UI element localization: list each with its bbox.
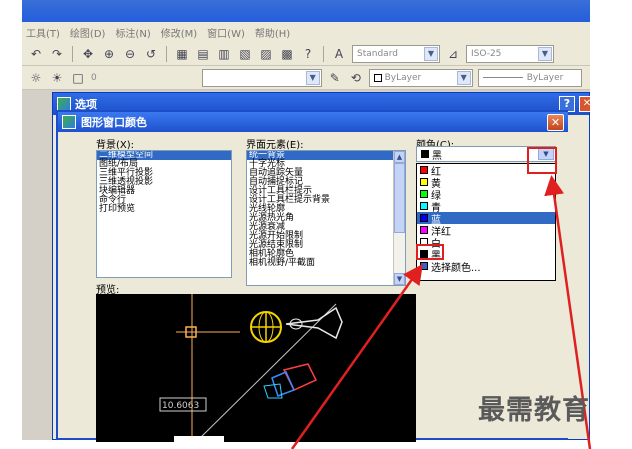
markup-icon[interactable]: ▨ bbox=[258, 46, 274, 62]
color-option-select-color[interactable]: 选择颜色... bbox=[417, 260, 555, 274]
annotation-highlight-white-option bbox=[416, 244, 444, 260]
close-icon[interactable]: ✕ bbox=[547, 114, 564, 131]
zoom-window-icon[interactable]: ⊖ bbox=[122, 46, 138, 62]
layer-state-icon[interactable]: ☼ bbox=[28, 70, 44, 86]
standard-toolbar: ↶ ↷ ✥ ⊕ ⊖ ↺ ▦ ▤ ▥ ▧ ▨ ▩ ? A Standard ▼ ⊿… bbox=[22, 42, 590, 66]
preview-drawing: 10.6063 bbox=[159, 294, 343, 442]
dimension-value: 10.6063 bbox=[162, 401, 199, 411]
tool-palettes-icon[interactable]: ▥ bbox=[216, 46, 232, 62]
menu-help[interactable]: 帮助(H) bbox=[255, 25, 290, 40]
color-value: 黑 bbox=[432, 150, 442, 162]
app-icon bbox=[62, 115, 76, 129]
layer-name: 0 bbox=[91, 72, 97, 83]
layers-toolbar: ☼ ☀ □ 0 ▼ ✎ ⟲ ByLayer ▼ ByLayer bbox=[22, 66, 590, 90]
undo-icon[interactable]: ↶ bbox=[28, 46, 44, 62]
menu-dimension[interactable]: 标注(N) bbox=[115, 25, 150, 40]
color-swatch bbox=[420, 226, 428, 234]
text-style-icon: A bbox=[334, 46, 344, 61]
chevron-down-icon[interactable]: ▼ bbox=[305, 70, 320, 85]
preview-canvas: 10.6063 bbox=[96, 294, 416, 442]
linetype-control-value: ByLayer bbox=[526, 72, 564, 83]
sheet-set-icon[interactable]: ▧ bbox=[237, 46, 253, 62]
element-list-scrollbar[interactable]: ▲ ▼ bbox=[393, 151, 405, 285]
list-item[interactable]: 打印预览 bbox=[97, 205, 231, 214]
menu-tools[interactable]: 工具(T) bbox=[26, 25, 60, 40]
color-swatch bbox=[373, 73, 382, 82]
color-swatch bbox=[420, 190, 428, 198]
list-item[interactable]: 相机视野/平截面 bbox=[247, 259, 405, 268]
spotlight-glyph bbox=[271, 371, 296, 397]
scroll-thumb[interactable] bbox=[394, 163, 405, 233]
color-swatch bbox=[420, 202, 428, 210]
zoom-realtime-icon[interactable]: ⊕ bbox=[101, 46, 117, 62]
app-icon bbox=[57, 97, 71, 111]
layer-combo[interactable]: ▼ bbox=[201, 68, 322, 87]
layer-lock-icon[interactable]: ☀ bbox=[49, 70, 65, 86]
app-titlebar bbox=[22, 0, 590, 22]
color-control-combo[interactable]: ByLayer ▼ bbox=[368, 68, 473, 87]
layer-color-icon: □ bbox=[72, 70, 84, 85]
text-style-value: Standard bbox=[357, 48, 398, 59]
menu-draw[interactable]: 绘图(D) bbox=[70, 25, 106, 40]
dim-style-value: ISO-25 bbox=[471, 48, 502, 59]
chevron-down-icon[interactable]: ▼ bbox=[538, 46, 552, 61]
help-icon[interactable]: ? bbox=[300, 46, 316, 62]
element-label: 界面元素(E): bbox=[246, 140, 304, 151]
zoom-previous-icon[interactable]: ↺ bbox=[143, 46, 159, 62]
camera-glyph bbox=[285, 306, 343, 340]
chevron-down-icon[interactable]: ▼ bbox=[456, 70, 471, 85]
dim-style-combo[interactable]: ISO-25 ▼ bbox=[466, 44, 554, 63]
context-list[interactable]: 二维模型空间 图纸/布局 三维平行投影 三维透视投影 块编辑器 命令行 打印预览 bbox=[96, 150, 232, 278]
dim-style-icon: ⊿ bbox=[447, 46, 459, 61]
close-icon[interactable]: ✕ bbox=[579, 96, 590, 112]
color-swatch bbox=[420, 166, 428, 174]
toolbar-separator bbox=[166, 45, 167, 62]
watermark-text: 最需教育 bbox=[478, 395, 590, 426]
color-dropdown-list[interactable]: 红 黄 绿 青 蓝 洋红 白 黑 选择颜色... bbox=[416, 163, 556, 281]
dialog-title: 图形窗口颜色 bbox=[81, 116, 147, 129]
dialog-titlebar: 图形窗口颜色 bbox=[58, 112, 568, 132]
menu-window[interactable]: 窗口(W) bbox=[207, 25, 245, 40]
toolbar-separator bbox=[72, 45, 73, 62]
color-swatch bbox=[420, 262, 428, 270]
linetype-sample bbox=[482, 77, 523, 78]
linetype-control-combo[interactable]: ByLayer bbox=[477, 68, 582, 87]
redo-icon[interactable]: ↷ bbox=[49, 46, 65, 62]
color-control-value: ByLayer bbox=[384, 72, 422, 83]
menu-modify[interactable]: 修改(M) bbox=[161, 25, 197, 40]
context-label: 背景(X): bbox=[96, 140, 135, 151]
color-option-label: 选择颜色... bbox=[431, 262, 481, 274]
color-swatch bbox=[420, 178, 428, 186]
design-center-icon[interactable]: ▤ bbox=[195, 46, 211, 62]
preview-bottom-shape bbox=[174, 436, 224, 442]
make-current-icon[interactable]: ✎ bbox=[327, 70, 343, 86]
annotation-highlight-dropdown-button bbox=[527, 147, 557, 174]
text-style-combo[interactable]: Standard ▼ bbox=[352, 44, 440, 63]
scroll-down-icon[interactable]: ▼ bbox=[394, 273, 405, 285]
calculator-icon[interactable]: ▩ bbox=[279, 46, 295, 62]
properties-icon[interactable]: ▦ bbox=[174, 46, 190, 62]
color-swatch bbox=[420, 214, 428, 222]
chevron-down-icon[interactable]: ▼ bbox=[424, 46, 438, 61]
color-value-swatch bbox=[421, 150, 429, 158]
element-list[interactable]: 统一背景 十字光标 自动追踪矢量 自动捕捉标记 设计工具栏提示 设计工具栏提示背… bbox=[246, 150, 406, 286]
scroll-up-icon[interactable]: ▲ bbox=[394, 151, 405, 163]
pan-icon[interactable]: ✥ bbox=[80, 46, 96, 62]
toolbar-separator bbox=[323, 45, 324, 62]
layer-previous-icon[interactable]: ⟲ bbox=[348, 70, 364, 86]
menubar: 工具(T) 绘图(D) 标注(N) 修改(M) 窗口(W) 帮助(H) bbox=[22, 22, 590, 42]
